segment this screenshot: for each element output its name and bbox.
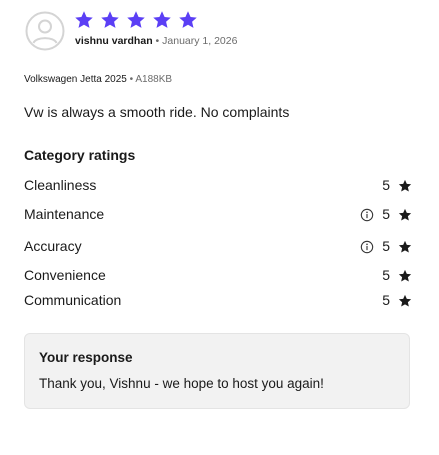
reviewer-meta: vishnu vardhan • January 1, 2026 [75, 35, 237, 47]
star-icon [398, 240, 412, 253]
review-date: January 1, 2026 [162, 35, 238, 47]
meta-separator: • [129, 74, 134, 85]
star-icon [398, 269, 412, 282]
vehicle-meta: Volkswagen Jetta 2025 • A188KB [24, 74, 172, 85]
category-label: Convenience [24, 267, 106, 283]
response-title: Your response [39, 350, 133, 365]
host-response-card: Your response Thank you, Vishnu - we hop… [24, 333, 410, 409]
meta-separator: • [155, 35, 160, 47]
avatar [25, 11, 65, 51]
star-icon [398, 294, 412, 307]
category-ratings-title: Category ratings [24, 147, 136, 163]
category-row-communication: Communication 5 [24, 291, 412, 311]
star-icon [398, 208, 412, 221]
category-label: Cleanliness [24, 177, 97, 193]
category-row-cleanliness: Cleanliness 5 [24, 176, 412, 196]
category-label: Communication [24, 292, 122, 308]
category-label: Maintenance [24, 206, 105, 222]
response-text: Thank you, Vishnu - we hope to host you … [39, 376, 324, 391]
info-icon[interactable] [360, 208, 374, 222]
vehicle-model: Volkswagen Jetta 2025 [24, 74, 127, 85]
category-row-convenience: Convenience 5 [24, 266, 412, 286]
star-icon [75, 11, 93, 28]
star-icon [101, 11, 119, 28]
reviewer-name: vishnu vardhan [75, 35, 153, 47]
star-icon [398, 179, 412, 192]
category-row-maintenance: Maintenance 5 [24, 205, 412, 225]
category-value: 5 [382, 177, 390, 193]
vehicle-plate: A188KB [135, 74, 173, 85]
star-rating [74, 10, 204, 32]
category-value: 5 [382, 267, 390, 283]
star-icon [127, 11, 145, 28]
star-icon [153, 11, 171, 28]
review-text: Vw is always a smooth ride. No complaint… [24, 104, 290, 120]
category-value: 5 [382, 292, 390, 308]
info-icon[interactable] [360, 240, 374, 254]
star-icon [179, 11, 197, 28]
category-value: 5 [382, 238, 390, 254]
user-placeholder-icon [25, 11, 65, 51]
category-label: Accuracy [24, 238, 82, 254]
category-row-accuracy: Accuracy 5 [24, 237, 412, 257]
category-value: 5 [382, 206, 390, 222]
